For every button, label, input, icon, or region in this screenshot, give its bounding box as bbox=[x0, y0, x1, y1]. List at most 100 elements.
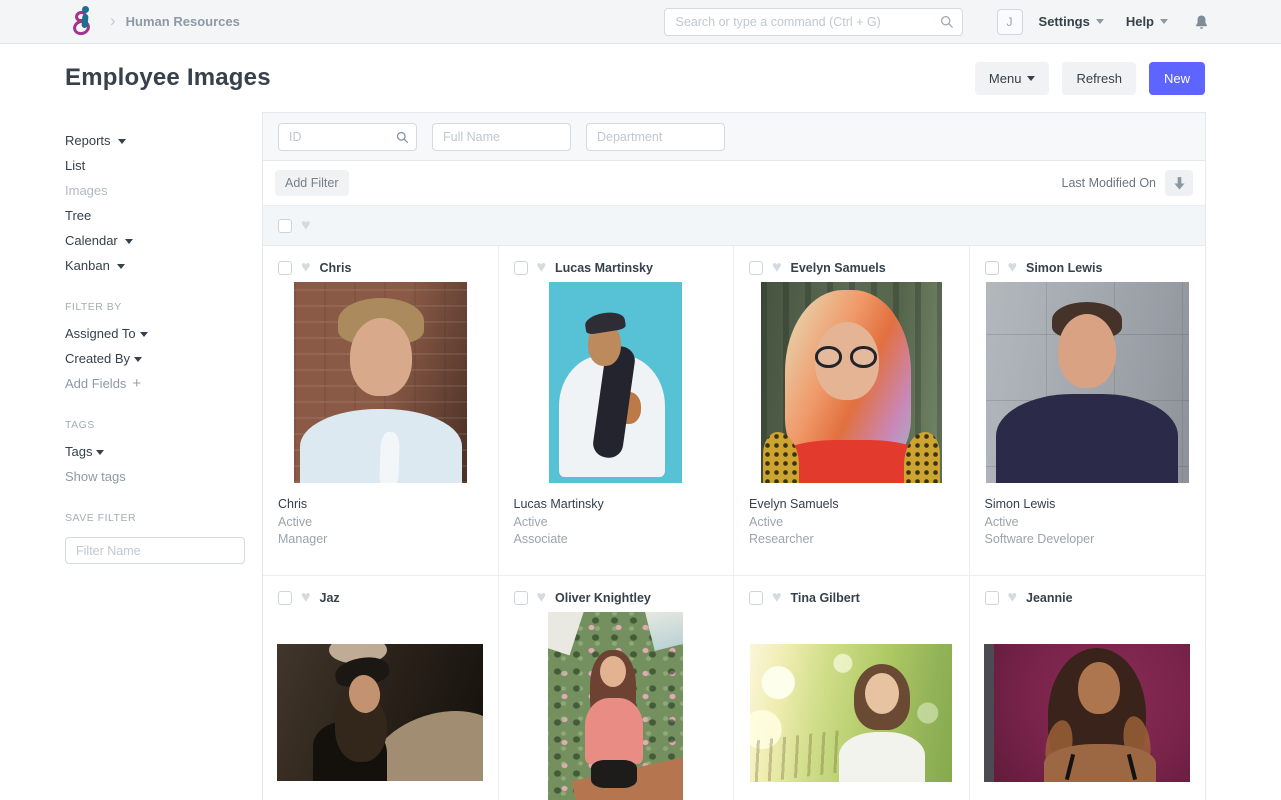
image-area bbox=[970, 282, 1206, 483]
full-name-filter-input[interactable] bbox=[432, 123, 571, 151]
chevron-down-icon bbox=[96, 450, 104, 455]
like-heart-icon[interactable]: ♥ bbox=[301, 591, 311, 605]
kanban-label: Kanban bbox=[65, 258, 110, 274]
card-header: ♥ Oliver Knightley bbox=[499, 576, 734, 612]
like-heart-icon[interactable]: ♥ bbox=[772, 261, 782, 275]
search-input[interactable] bbox=[664, 8, 963, 36]
image-area bbox=[499, 612, 734, 800]
add-filter-button[interactable]: Add Filter bbox=[275, 170, 349, 196]
chevron-down-icon bbox=[1027, 76, 1035, 81]
card-header: ♥ Jeannie bbox=[970, 576, 1206, 612]
menu-label: Menu bbox=[989, 71, 1022, 86]
sidebar-item-kanban[interactable]: Kanban bbox=[65, 258, 245, 274]
sidebar-item-calendar[interactable]: Calendar bbox=[65, 233, 245, 249]
employee-name: Evelyn Samuels bbox=[749, 496, 954, 514]
employee-name-link[interactable]: Oliver Knightley bbox=[555, 591, 651, 605]
card-footer: Lucas Martinsky Active Associate bbox=[499, 483, 734, 549]
employee-photo[interactable] bbox=[549, 282, 682, 483]
employee-status: Active bbox=[749, 514, 954, 532]
employee-photo[interactable] bbox=[294, 282, 467, 483]
show-tags-toggle[interactable]: Show tags bbox=[65, 469, 245, 485]
employee-photo[interactable] bbox=[761, 282, 942, 483]
select-checkbox[interactable] bbox=[514, 591, 528, 605]
like-filter-heart-icon[interactable]: ♥ bbox=[301, 219, 311, 233]
plus-icon: + bbox=[132, 378, 141, 390]
employee-photo[interactable] bbox=[548, 612, 683, 800]
chevron-down-icon bbox=[125, 239, 133, 244]
employee-name-link[interactable]: Lucas Martinsky bbox=[555, 261, 653, 275]
like-heart-icon[interactable]: ♥ bbox=[537, 261, 547, 275]
search-icon bbox=[940, 15, 954, 29]
select-all-checkbox[interactable] bbox=[278, 219, 292, 233]
card-header: ♥ Tina Gilbert bbox=[734, 576, 969, 612]
card-header: ♥ Evelyn Samuels bbox=[734, 246, 969, 282]
sidebar-item-reports[interactable]: Reports bbox=[65, 133, 245, 149]
image-area bbox=[970, 612, 1206, 800]
chevron-down-icon bbox=[1096, 19, 1104, 24]
employee-photo[interactable] bbox=[750, 644, 952, 782]
like-heart-icon[interactable]: ♥ bbox=[1008, 591, 1018, 605]
tree-label: Tree bbox=[65, 208, 91, 224]
like-heart-icon[interactable]: ♥ bbox=[772, 591, 782, 605]
full-name-filter bbox=[432, 123, 571, 151]
select-checkbox[interactable] bbox=[985, 591, 999, 605]
add-fields-button[interactable]: Add Fields + bbox=[65, 376, 245, 392]
employee-name-link[interactable]: Chris bbox=[320, 261, 352, 275]
avatar[interactable]: J bbox=[997, 9, 1023, 35]
assigned-to-label: Assigned To bbox=[65, 326, 136, 342]
notifications-bell-icon[interactable] bbox=[1194, 14, 1209, 30]
list-label: List bbox=[65, 158, 85, 174]
sidebar: Reports List Images Tree Calendar Kanban… bbox=[65, 112, 245, 564]
select-checkbox[interactable] bbox=[749, 261, 763, 275]
created-by-filter[interactable]: Created By bbox=[65, 351, 245, 367]
filter-name-input[interactable] bbox=[65, 537, 245, 564]
card-header: ♥ Simon Lewis bbox=[970, 246, 1206, 282]
select-checkbox[interactable] bbox=[278, 261, 292, 275]
employee-name-link[interactable]: Tina Gilbert bbox=[791, 591, 860, 605]
chevron-down-icon bbox=[1160, 19, 1168, 24]
refresh-button[interactable]: Refresh bbox=[1062, 62, 1136, 95]
like-heart-icon[interactable]: ♥ bbox=[537, 591, 547, 605]
sort-control: Last Modified On bbox=[1062, 170, 1194, 196]
employee-photo[interactable] bbox=[986, 282, 1189, 483]
settings-menu[interactable]: Settings bbox=[1039, 14, 1104, 29]
card-footer: Chris Active Manager bbox=[263, 483, 498, 549]
sidebar-item-tree[interactable]: Tree bbox=[65, 208, 245, 224]
employee-photo[interactable] bbox=[984, 644, 1190, 782]
card-header: ♥ Lucas Martinsky bbox=[499, 246, 734, 282]
menu-button[interactable]: Menu bbox=[975, 62, 1050, 95]
assigned-to-filter[interactable]: Assigned To bbox=[65, 326, 245, 342]
select-checkbox[interactable] bbox=[749, 591, 763, 605]
select-checkbox[interactable] bbox=[278, 591, 292, 605]
page-header: Employee Images Menu Refresh New bbox=[0, 44, 1281, 112]
help-menu[interactable]: Help bbox=[1126, 14, 1168, 29]
sort-field-label[interactable]: Last Modified On bbox=[1062, 176, 1157, 190]
add-fields-label: Add Fields bbox=[65, 376, 126, 392]
select-checkbox[interactable] bbox=[514, 261, 528, 275]
global-search[interactable] bbox=[664, 8, 963, 36]
new-button[interactable]: New bbox=[1149, 62, 1205, 95]
app-logo-icon[interactable] bbox=[68, 4, 98, 40]
search-icon bbox=[396, 131, 409, 144]
department-filter-input[interactable] bbox=[586, 123, 725, 151]
image-area bbox=[734, 282, 969, 483]
like-heart-icon[interactable]: ♥ bbox=[301, 261, 311, 275]
employee-photo[interactable] bbox=[277, 644, 483, 781]
breadcrumb[interactable]: Human Resources bbox=[126, 14, 240, 29]
image-area bbox=[263, 612, 498, 800]
page-actions: Menu Refresh New bbox=[975, 62, 1205, 95]
standard-filter-bar bbox=[263, 113, 1205, 161]
sidebar-item-list[interactable]: List bbox=[65, 158, 245, 174]
sort-direction-button[interactable] bbox=[1165, 170, 1193, 196]
employee-name-link[interactable]: Jeannie bbox=[1026, 591, 1073, 605]
employee-name-link[interactable]: Simon Lewis bbox=[1026, 261, 1102, 275]
employee-name-link[interactable]: Jaz bbox=[320, 591, 340, 605]
employee-name: Lucas Martinsky bbox=[514, 496, 719, 514]
sidebar-item-images[interactable]: Images bbox=[65, 183, 245, 199]
employee-name-link[interactable]: Evelyn Samuels bbox=[791, 261, 886, 275]
select-checkbox[interactable] bbox=[985, 261, 999, 275]
image-area bbox=[499, 282, 734, 483]
employee-card: ♥ Jeannie bbox=[970, 576, 1206, 800]
like-heart-icon[interactable]: ♥ bbox=[1008, 261, 1018, 275]
tags-filter[interactable]: Tags bbox=[65, 444, 245, 460]
